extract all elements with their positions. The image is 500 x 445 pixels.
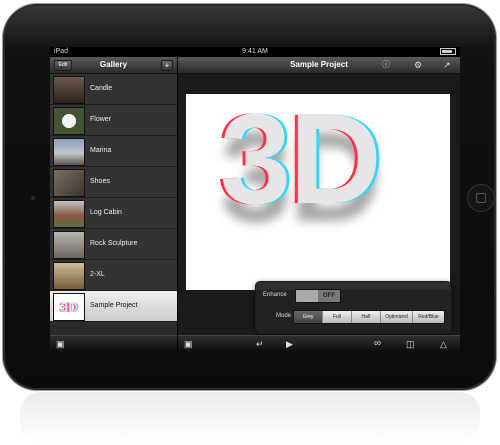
mode-segmented-control: Grey Full Half Optimized Red/Blue	[293, 310, 445, 324]
anaglyph-settings-popover: Enhance OFF Mode Grey Full Half Optimize…	[255, 281, 452, 334]
thumbnail-image: 3D	[53, 293, 85, 321]
list-item[interactable]: Rock Sculpture	[50, 229, 177, 260]
list-item-label: Flower	[90, 116, 112, 123]
export-icon[interactable]: ▣	[56, 336, 65, 352]
list-item[interactable]: Log Cabin	[50, 198, 177, 229]
mode-option-grey[interactable]: Grey	[294, 311, 323, 323]
clock: 9:41 AM	[242, 48, 268, 55]
gear-icon[interactable]: ⚙	[414, 57, 422, 73]
add-button[interactable]: +	[161, 60, 173, 71]
home-button[interactable]	[467, 184, 495, 212]
list-item[interactable]: 2-XL	[50, 260, 177, 291]
list-item-label: Sample Project	[90, 302, 138, 309]
list-item-label: Candle	[90, 85, 113, 92]
photo-icon[interactable]: ▣	[184, 336, 193, 352]
screen: iPad 9:41 AM Edit Gallery + Candle Flowe…	[50, 47, 460, 352]
battery-icon	[440, 47, 456, 57]
thumbnail-image	[53, 169, 85, 197]
play-icon[interactable]: ▶	[286, 336, 293, 352]
thumbnail-image	[53, 138, 85, 166]
list-item-label: 2-XL	[90, 271, 105, 278]
main-panel: Sample Project ⓘ ⚙ ↗ 3D Enhance OFF Mode…	[178, 57, 460, 352]
device-reflection	[20, 392, 480, 442]
status-bar: iPad 9:41 AM	[50, 47, 460, 57]
thumbnail-image	[53, 200, 85, 228]
crop-icon[interactable]: △	[440, 336, 447, 352]
toggle-knob	[296, 290, 318, 302]
thumbnail-image	[53, 76, 85, 104]
ipad-device: iPad 9:41 AM Edit Gallery + Candle Flowe…	[3, 4, 496, 390]
list-item[interactable]: Candle	[50, 74, 177, 105]
thumbnail-3d-text: 3D	[60, 299, 78, 315]
list-item[interactable]: Flower	[50, 105, 177, 136]
main-toolbar: ▣ ↵ ▶ ∞ ◫ △	[178, 335, 460, 352]
list-item[interactable]: Shoes	[50, 167, 177, 198]
mode-label: Mode	[276, 313, 292, 319]
list-item-label: Marina	[90, 147, 112, 154]
enhance-toggle[interactable]: OFF	[295, 289, 341, 303]
list-item-label: Rock Sculpture	[90, 240, 138, 247]
back-icon[interactable]: ↵	[256, 336, 264, 352]
camera-icon	[31, 196, 35, 200]
thumbnail-image	[53, 107, 85, 135]
gallery-title: Gallery	[99, 60, 128, 69]
gallery-list: Candle Flower Marina Shoes Log Cabin Roc…	[50, 74, 177, 322]
toggle-state: OFF	[323, 293, 335, 299]
list-item-label: Log Cabin	[90, 209, 122, 216]
mode-option-half[interactable]: Half	[352, 311, 381, 323]
thumbnail-image	[53, 231, 85, 259]
gallery-sidebar: Edit Gallery + Candle Flower Marina Shoe…	[50, 57, 177, 352]
enhance-label: Enhance	[263, 292, 287, 298]
sidebar-toolbar: ▣	[50, 335, 177, 352]
main-navbar: Sample Project ⓘ ⚙ ↗	[178, 57, 460, 74]
mode-option-redblue[interactable]: Red/Blue	[413, 311, 444, 323]
list-item-label: Shoes	[90, 178, 110, 185]
gallery-navbar: Edit Gallery +	[50, 57, 177, 74]
split-view-icon[interactable]: ◫	[406, 336, 415, 352]
mode-option-full[interactable]: Full	[323, 311, 352, 323]
thumbnail-image	[53, 262, 85, 290]
canvas-3d-text: 3D	[220, 94, 382, 231]
anaglyph-image[interactable]: 3D	[186, 94, 450, 290]
mode-option-optimized[interactable]: Optimized	[381, 311, 413, 323]
list-item[interactable]: Marina	[50, 136, 177, 167]
share-icon[interactable]: ↗	[443, 57, 451, 73]
info-icon[interactable]: ⓘ	[382, 57, 390, 73]
3d-glasses-icon[interactable]: ∞	[374, 336, 381, 352]
list-item-selected[interactable]: 3D Sample Project	[50, 291, 177, 322]
